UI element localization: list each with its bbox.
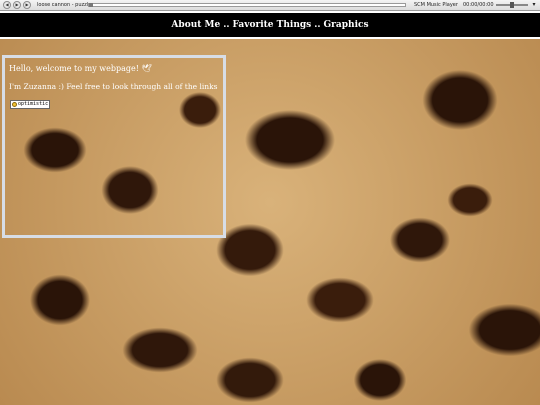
previous-icon[interactable]: ◀ <box>3 1 11 9</box>
seek-bar[interactable] <box>88 3 406 7</box>
volume-slider[interactable] <box>496 2 528 8</box>
volume-handle[interactable] <box>510 2 514 8</box>
collapse-icon[interactable]: ▾ <box>530 1 538 9</box>
nav-link-graphics[interactable]: Graphics <box>324 20 369 30</box>
welcome-box: Hello, welcome to my webpage! 🕊 I'm Zuza… <box>2 55 226 238</box>
nav-separator: .. <box>314 20 321 30</box>
nav-separator: .. <box>223 20 230 30</box>
music-player: ◀ ▶ ▶ loose cannon - puzzle SCM Music Pl… <box>0 0 540 11</box>
nav-container: About Me .. Favorite Things .. Graphics <box>0 11 540 39</box>
greeting-line: Hello, welcome to my webpage! 🕊 <box>9 64 152 73</box>
mood-text: optimistic <box>18 101 49 107</box>
bird-icon: 🕊 <box>141 64 152 73</box>
play-icon[interactable]: ▶ <box>13 1 21 9</box>
nav-bar: About Me .. Favorite Things .. Graphics <box>0 13 540 37</box>
nav-link-favorite-things[interactable]: Favorite Things <box>233 20 312 30</box>
next-icon[interactable]: ▶ <box>23 1 31 9</box>
greeting-text: Hello, welcome to my webpage! <box>9 64 139 73</box>
player-name: SCM Music Player <box>414 2 458 8</box>
smiley-icon <box>12 102 17 107</box>
intro-text: I'm Zuzanna :) Feel free to look through… <box>9 82 218 91</box>
nav-link-about-me[interactable]: About Me <box>171 20 220 30</box>
seek-handle[interactable] <box>89 3 93 7</box>
track-title: loose cannon - puzzle <box>37 2 92 8</box>
mood-badge: optimistic <box>10 100 51 109</box>
player-time: 00:00/00:00 <box>463 2 494 8</box>
